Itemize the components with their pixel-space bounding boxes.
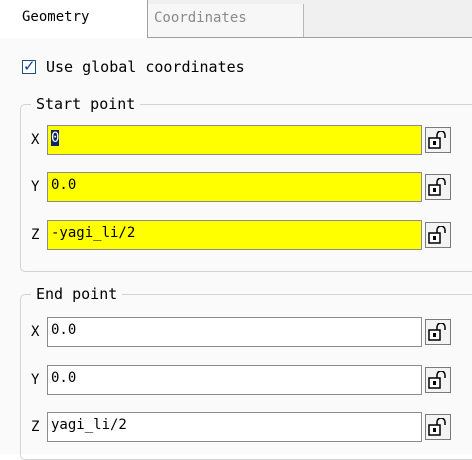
end-x-label: X [31, 324, 40, 340]
use-global-coordinates-row[interactable]: ✓ Use global coordinates [22, 57, 245, 76]
end-y-row: Y 0.0 [31, 365, 451, 395]
start-x-value: 0 [51, 130, 60, 146]
end-z-input[interactable]: yagi_li/2 [47, 412, 422, 442]
start-z-label: Z [31, 227, 40, 243]
end-x-row: X 0.0 [31, 317, 451, 347]
start-z-input[interactable]: -yagi_li/2 [47, 220, 422, 250]
start-x-lock-button[interactable] [425, 127, 451, 153]
unlock-icon [428, 323, 446, 341]
tab-geometry[interactable]: Geometry [0, 0, 148, 38]
unlock-icon [428, 178, 446, 196]
end-point-legend: End point [36, 285, 118, 303]
checkmark-icon: ✓ [23, 57, 36, 75]
end-point-group: End point X 0.0 Y 0.0 Z yagi_li/2 [20, 285, 472, 460]
use-global-coordinates-checkbox[interactable]: ✓ [22, 57, 36, 75]
tab-coordinates[interactable]: Coordinates [148, 4, 304, 38]
start-x-row: X 0 [31, 125, 451, 155]
end-x-lock-button[interactable] [425, 319, 451, 345]
start-point-group: Start point X 0 Y 0.0 Z -yagi_li/2 [20, 95, 472, 272]
start-y-lock-button[interactable] [425, 174, 451, 200]
end-z-row: Z yagi_li/2 [31, 412, 451, 442]
start-z-lock-button[interactable] [425, 222, 451, 248]
tab-strip: Geometry Coordinates [0, 0, 472, 38]
use-global-coordinates-label: Use global coordinates [46, 58, 245, 76]
end-y-input[interactable]: 0.0 [47, 365, 422, 395]
end-y-label: Y [31, 372, 40, 388]
start-y-input[interactable]: 0.0 [47, 172, 422, 202]
end-y-lock-button[interactable] [425, 367, 451, 393]
end-z-label: Z [31, 419, 40, 435]
start-z-row: Z -yagi_li/2 [31, 220, 451, 250]
unlock-icon [428, 418, 446, 436]
start-x-label: X [31, 132, 40, 148]
start-y-row: Y 0.0 [31, 172, 451, 202]
unlock-icon [428, 131, 446, 149]
start-point-legend: Start point [36, 95, 136, 113]
end-x-input[interactable]: 0.0 [47, 317, 422, 347]
start-y-label: Y [31, 179, 40, 195]
unlock-icon [428, 226, 446, 244]
end-z-lock-button[interactable] [425, 414, 451, 440]
unlock-icon [428, 371, 446, 389]
start-x-input[interactable]: 0 [47, 125, 422, 155]
